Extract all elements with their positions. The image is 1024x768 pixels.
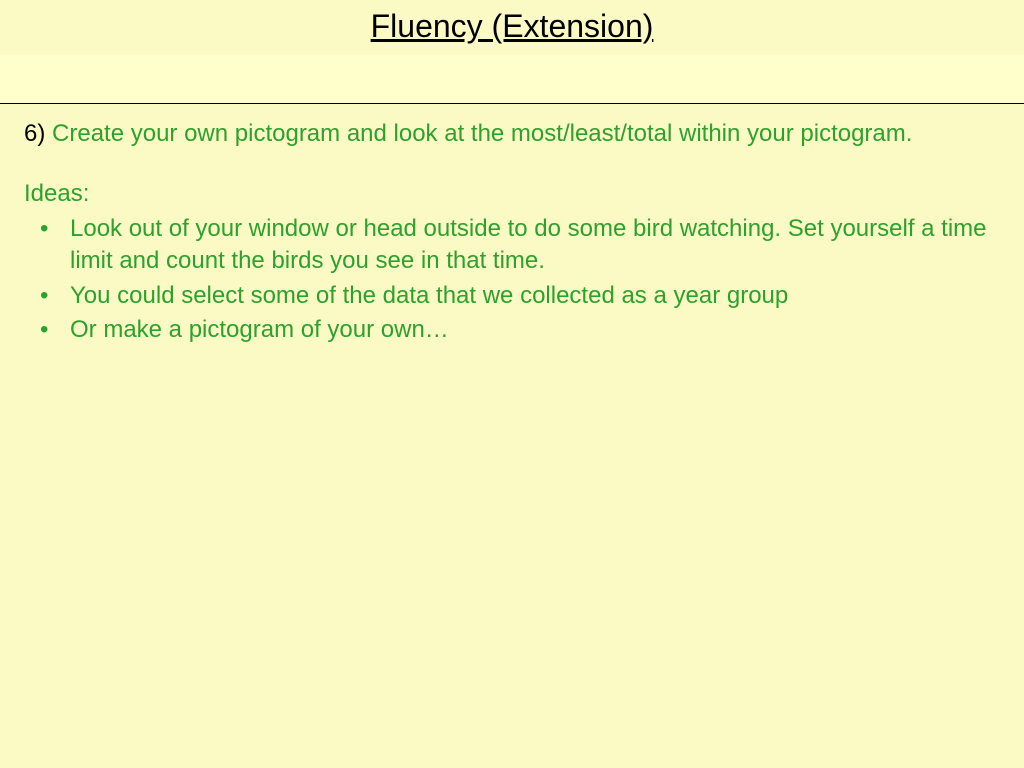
list-item: Or make a pictogram of your own… bbox=[24, 314, 1000, 346]
list-item: Look out of your window or head outside … bbox=[24, 213, 1000, 278]
question-block: 6) Create your own pictogram and look at… bbox=[24, 118, 1000, 150]
header: Fluency (Extension) bbox=[0, 0, 1024, 55]
question-text: Create your own pictogram and look at th… bbox=[52, 120, 912, 147]
page-title: Fluency (Extension) bbox=[0, 8, 1024, 45]
header-band bbox=[0, 55, 1024, 103]
question-number: 6) bbox=[24, 120, 45, 147]
list-item: You could select some of the data that w… bbox=[24, 280, 1000, 312]
ideas-list: Look out of your window or head outside … bbox=[24, 213, 1000, 347]
ideas-label: Ideas: bbox=[24, 178, 1000, 210]
content: 6) Create your own pictogram and look at… bbox=[0, 104, 1024, 372]
